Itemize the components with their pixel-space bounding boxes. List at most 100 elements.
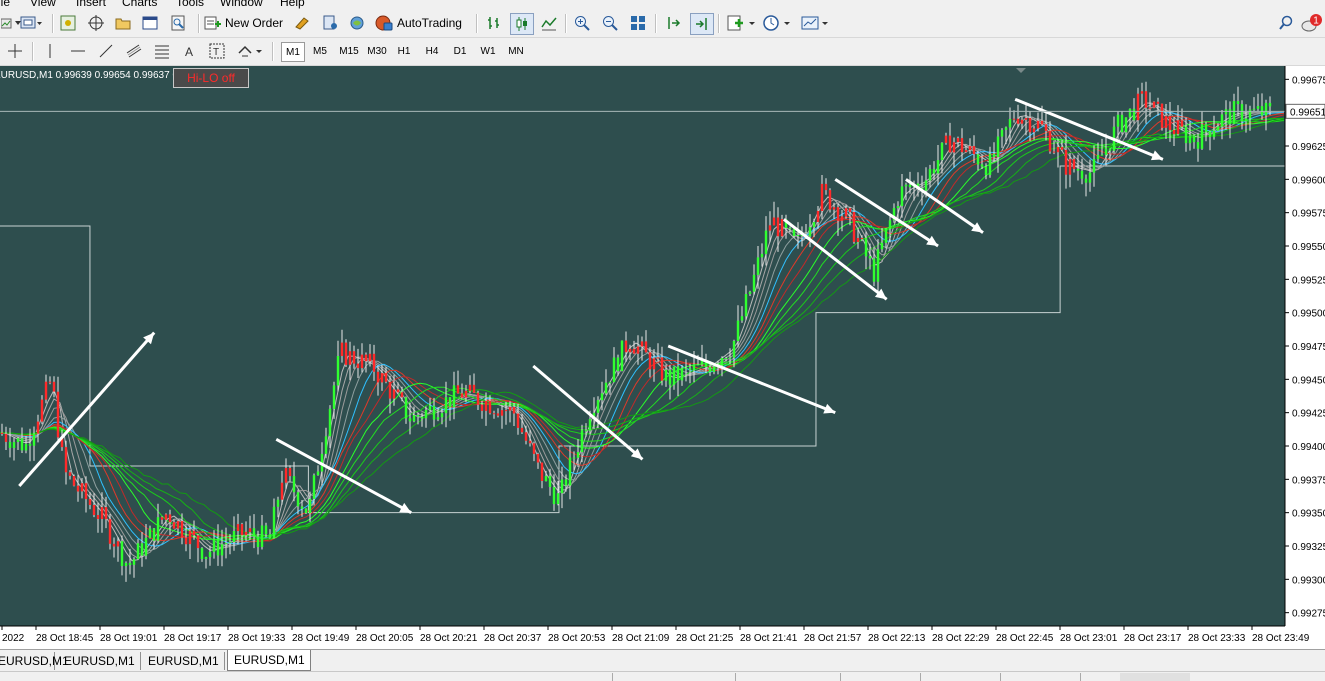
bar-chart-icon[interactable]	[484, 13, 504, 33]
hi-lo-off-button[interactable]: Hi-LO off	[173, 68, 249, 88]
channel-icon[interactable]	[124, 41, 144, 61]
candle-body	[520, 427, 524, 433]
candle-body	[352, 351, 356, 364]
timeframe-m1[interactable]: M1	[281, 42, 305, 62]
candle-body	[68, 472, 72, 476]
candle-body	[1104, 148, 1108, 155]
chart-tab[interactable]: EURUSD,M1	[142, 652, 225, 670]
new-order-button[interactable]: New Order	[204, 13, 288, 33]
chart-tab[interactable]: EURUSD,M1	[0, 652, 69, 670]
candle-body	[872, 258, 876, 282]
crosshair-cursor-icon[interactable]	[4, 41, 26, 61]
candle-body	[1220, 114, 1224, 127]
menu-help[interactable]: Help	[280, 0, 305, 9]
metaeditor-icon[interactable]	[292, 13, 312, 33]
candle-body	[372, 353, 376, 372]
candle-body	[1044, 124, 1048, 131]
candle-body	[412, 415, 416, 422]
candle-body	[1144, 91, 1148, 108]
community-icon[interactable]	[347, 13, 367, 33]
candle-body	[264, 525, 268, 535]
timeframe-m30[interactable]: M30	[364, 42, 390, 60]
chart-tab[interactable]: EURUSD,M1	[58, 652, 141, 670]
menu-tools[interactable]: Tools	[176, 0, 204, 9]
autoscroll-icon[interactable]	[690, 13, 714, 35]
crosshair-icon[interactable]	[86, 13, 106, 33]
candle-body	[984, 166, 988, 175]
menu-view[interactable]: View	[30, 0, 56, 9]
timeframe-h1[interactable]: H1	[393, 42, 415, 60]
strategy-tester-icon[interactable]	[168, 13, 188, 33]
vertical-line-icon[interactable]	[40, 41, 60, 61]
timeframe-w1[interactable]: W1	[477, 42, 499, 60]
candle-body	[284, 468, 288, 483]
candle-body	[0, 432, 4, 434]
price-axis-label: 0.99500	[1292, 309, 1325, 320]
candle-body	[848, 208, 852, 212]
indicators-button[interactable]	[725, 13, 759, 33]
periods-button[interactable]	[761, 13, 795, 33]
arrows-tool-button[interactable]	[236, 41, 266, 61]
timeframe-m15[interactable]: M15	[336, 42, 362, 60]
current-price-label: 0.99651	[1290, 107, 1325, 118]
candle-body	[724, 358, 728, 359]
candle-body	[464, 390, 468, 398]
candle-body	[184, 537, 188, 545]
candle-body	[280, 482, 284, 500]
candle-body	[420, 416, 424, 419]
horizontal-line-icon[interactable]	[68, 41, 88, 61]
line-chart-icon[interactable]	[539, 13, 559, 33]
candle-body	[336, 356, 340, 386]
candle-body	[1208, 131, 1212, 138]
zoom-in-icon[interactable]	[572, 13, 592, 33]
candle-body	[436, 417, 440, 420]
new-chart-button[interactable]	[0, 13, 14, 33]
market-watch-icon[interactable]	[58, 13, 78, 33]
signals-icon[interactable]	[320, 13, 340, 33]
window-icon[interactable]	[140, 13, 160, 33]
templates-button[interactable]	[799, 13, 833, 33]
candle-body	[708, 367, 712, 372]
menu-window[interactable]: Window	[220, 0, 263, 9]
candlestick-icon[interactable]	[510, 13, 534, 35]
timeframe-d1[interactable]: D1	[449, 42, 471, 60]
candle-body	[640, 341, 644, 347]
profiles-button[interactable]	[18, 13, 44, 33]
menu-insert[interactable]: Insert	[76, 0, 106, 9]
notification-button[interactable]: 1	[1300, 13, 1324, 33]
candle-body	[44, 381, 48, 400]
candle-body	[56, 391, 60, 438]
auto-trading-button[interactable]: AutoTrading	[375, 13, 469, 33]
symbol-info: EURUSD,M1 0.99639 0.99654 0.99637 0.99	[0, 70, 192, 81]
candle-body	[512, 407, 516, 414]
chart-shift-icon[interactable]	[663, 13, 683, 33]
candle-body	[712, 366, 716, 372]
candle-body	[1012, 118, 1016, 120]
candle-body	[1048, 130, 1052, 152]
trendline-icon[interactable]	[96, 41, 116, 61]
timeframe-h4[interactable]: H4	[421, 42, 443, 60]
menu-charts[interactable]: Charts	[122, 0, 157, 9]
tile-windows-icon[interactable]	[628, 13, 648, 33]
candle-body	[580, 430, 584, 452]
candle-body	[428, 405, 432, 410]
text-tool-icon[interactable]: A	[181, 41, 199, 61]
search-icon[interactable]	[1276, 13, 1296, 33]
chart-tab-active[interactable]: EURUSD,M1	[227, 650, 311, 671]
timeframe-m5[interactable]: M5	[309, 42, 331, 60]
candle-body	[328, 408, 332, 437]
candle-body	[348, 351, 352, 365]
text-label-icon[interactable]: T	[207, 41, 227, 61]
fibonacci-icon[interactable]	[152, 41, 172, 61]
candle-body	[1092, 159, 1096, 173]
menu-file[interactable]: ile	[0, 0, 10, 9]
folder-icon[interactable]	[113, 13, 133, 33]
candle-body	[1008, 119, 1012, 128]
candle-body	[180, 521, 184, 538]
chart-canvas[interactable]: 0.996750.996500.996250.996000.995750.995…	[0, 66, 1325, 649]
zoom-out-icon[interactable]	[600, 13, 620, 33]
price-chart[interactable]: 0.996750.996500.996250.996000.995750.995…	[0, 66, 1325, 649]
candle-body	[828, 190, 832, 210]
candle-body	[116, 541, 120, 547]
timeframe-mn[interactable]: MN	[505, 42, 527, 60]
